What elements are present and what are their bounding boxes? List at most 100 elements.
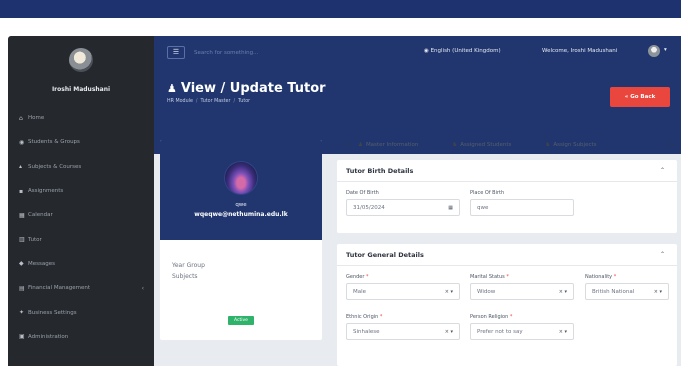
sidebar-item-label: Calendar bbox=[28, 212, 53, 219]
sidebar-item-label: Financial Management bbox=[28, 285, 91, 292]
finance-icon: ▤ bbox=[19, 284, 25, 292]
tab-assign-subjects[interactable]: ♞ Assign Subjects bbox=[545, 142, 596, 148]
admin-icon: ▣ bbox=[19, 333, 25, 341]
field-label: Person Religion * bbox=[470, 314, 513, 320]
user-avatar[interactable] bbox=[69, 48, 93, 72]
ethnic-origin-select[interactable]: Sinhalese × ▾ bbox=[346, 323, 460, 340]
sidebar-profile: Iroshi Madushani bbox=[8, 36, 154, 106]
sidebar: Iroshi Madushani ⌂ Home ◉ Students & Group… bbox=[8, 36, 154, 366]
tab-master-information[interactable]: ♟ Master Information bbox=[358, 142, 418, 148]
header-avatar[interactable] bbox=[648, 45, 660, 57]
clear-dropdown-icon[interactable]: × ▾ bbox=[445, 289, 453, 295]
clear-dropdown-icon[interactable]: × ▾ bbox=[559, 329, 567, 335]
go-back-button[interactable]: « Go Back bbox=[610, 87, 670, 107]
panel-header[interactable]: Tutor Birth Details ⌃ bbox=[337, 160, 677, 182]
sidebar-item-label: Tutor bbox=[28, 236, 42, 243]
sidebar-user-name: Iroshi Madushani bbox=[51, 86, 111, 93]
status-badge: Active bbox=[228, 316, 254, 325]
chevron-up-icon[interactable]: ⌃ bbox=[660, 167, 665, 174]
tutor-birth-details-panel: Tutor Birth Details ⌃ Date Of Birth 31/0… bbox=[337, 160, 677, 233]
required-marker: * bbox=[509, 314, 513, 320]
top-bar: ☰ ◉ English (United Kingdom) Welcome, Ir… bbox=[154, 36, 681, 69]
sidebar-nav: ⌂ Home ◉ Students & Groups ▴ Subjects & Cou… bbox=[8, 106, 154, 349]
profile-card-header: qwe wqeqwe@nethumina.edu.lk bbox=[160, 140, 322, 240]
chevron-up-icon[interactable]: ⌃ bbox=[660, 251, 665, 258]
sidebar-item-students-groups[interactable]: ◉ Students & Groups bbox=[8, 130, 154, 154]
place-of-birth-field: Place Of Birth qwe bbox=[470, 190, 574, 216]
tab-label: Master Information bbox=[365, 142, 419, 148]
tab-assigned-students[interactable]: ♞ Assigned Students bbox=[452, 142, 511, 148]
assignment-icon: ▪ bbox=[19, 187, 24, 195]
sidebar-item-label: Messages bbox=[28, 260, 55, 267]
language-selector[interactable]: ◉ English (United Kingdom) bbox=[424, 48, 501, 54]
tutor-name: qwe bbox=[235, 202, 247, 208]
sidebar-item-tutor[interactable]: ▥ Tutor bbox=[8, 227, 154, 251]
sidebar-item-assignments[interactable]: ▪ Assignments bbox=[8, 179, 154, 203]
sidebar-item-administration[interactable]: ▣ Administration bbox=[8, 325, 154, 349]
religion-select[interactable]: Prefer not to say × ▾ bbox=[470, 323, 574, 340]
breadcrumb-item-tutor: Tutor bbox=[238, 99, 251, 104]
chevron-right-icon[interactable]: › bbox=[666, 140, 678, 150]
field-value: 31/05/2024 bbox=[353, 204, 385, 211]
home-icon: ⌂ bbox=[19, 114, 23, 122]
nationality-select[interactable]: British National × ▾ bbox=[585, 283, 669, 300]
panel-header[interactable]: Tutor General Details ⌃ bbox=[337, 244, 677, 266]
marital-status-select[interactable]: Widow × ▾ bbox=[470, 283, 574, 300]
field-label: Marital Status * bbox=[470, 274, 509, 280]
sidebar-item-home[interactable]: ⌂ Home bbox=[8, 106, 154, 130]
place-of-birth-input[interactable]: qwe bbox=[470, 199, 574, 216]
main-content: ☰ ◉ English (United Kingdom) Welcome, Ir… bbox=[154, 36, 681, 366]
field-value: British National bbox=[592, 288, 635, 295]
graduation-cap-icon: ▴ bbox=[19, 163, 23, 171]
sidebar-item-label: Business Settings bbox=[28, 309, 77, 316]
sidebar-item-label: Assignments bbox=[28, 188, 64, 195]
panel-title: Tutor General Details bbox=[346, 250, 424, 259]
chevron-left-icon: ‹ bbox=[141, 284, 144, 292]
field-label: Ethnic Origin * bbox=[346, 314, 383, 320]
clear-dropdown-icon[interactable]: × ▾ bbox=[559, 289, 567, 295]
ethnic-origin-field: Ethnic Origin * Sinhalese × ▾ bbox=[346, 314, 460, 340]
date-of-birth-input[interactable]: 31/05/2024 ▦ bbox=[346, 199, 460, 216]
sidebar-item-subjects-courses[interactable]: ▴ Subjects & Courses bbox=[8, 155, 154, 179]
sidebar-item-label: Home bbox=[28, 115, 45, 122]
nationality-field: Nationality * British National × ▾ bbox=[585, 274, 669, 300]
title-block: ♟ View / Update Tutor HR Module / Tutor Mas… bbox=[167, 81, 326, 104]
field-label: Nationality * bbox=[585, 274, 617, 280]
users-icon: ♞ bbox=[545, 142, 551, 148]
clear-dropdown-icon[interactable]: × ▾ bbox=[445, 329, 453, 335]
chevron-down-icon[interactable]: ▾ bbox=[664, 47, 667, 53]
required-marker: * bbox=[506, 274, 509, 280]
breadcrumb-item-tutor-master[interactable]: Tutor Master bbox=[201, 99, 231, 104]
calendar-icon[interactable]: ▦ bbox=[448, 205, 453, 211]
welcome-text: Welcome, Iroshi Madushani bbox=[542, 48, 618, 54]
sidebar-item-calendar[interactable]: ▦ Calendar bbox=[8, 203, 154, 227]
field-value: Widow bbox=[477, 288, 496, 295]
field-value: Prefer not to say bbox=[477, 328, 523, 335]
sidebar-item-financial-management[interactable]: ▤ Financial Management ‹ bbox=[8, 276, 154, 300]
required-marker: * bbox=[366, 274, 369, 280]
clear-dropdown-icon[interactable]: × ▾ bbox=[654, 289, 662, 295]
sidebar-item-business-settings[interactable]: ✦ Business Settings bbox=[8, 300, 154, 324]
search-input[interactable] bbox=[194, 46, 394, 59]
tutor-general-details-panel: Tutor General Details ⌃ Gender * Male × ▾… bbox=[337, 244, 677, 366]
sidebar-item-label: Administration bbox=[28, 333, 69, 340]
tutor-icon: ▥ bbox=[19, 236, 25, 244]
field-label: Place Of Birth bbox=[470, 190, 505, 196]
app-window: Iroshi Madushani ⌂ Home ◉ Students & Group… bbox=[8, 36, 681, 366]
gender-select[interactable]: Male × ▾ bbox=[346, 283, 460, 300]
detail-tabs: ‹ ♟ Master Information ♞ Assigned Students… bbox=[342, 136, 678, 154]
sidebar-item-label: Subjects & Courses bbox=[28, 163, 82, 170]
breadcrumb: HR Module / Tutor Master / Tutor bbox=[167, 99, 326, 104]
page-title-text: View / Update Tutor bbox=[180, 81, 326, 96]
breadcrumb-item-hr-module[interactable]: HR Module bbox=[167, 99, 193, 104]
marital-status-field: Marital Status * Widow × ▾ bbox=[470, 274, 574, 300]
users-icon: ♞ bbox=[452, 142, 458, 148]
message-icon: ◆ bbox=[19, 260, 24, 268]
menu-toggle-button[interactable]: ☰ bbox=[167, 46, 185, 59]
field-value: Male bbox=[353, 288, 367, 295]
profile-card-body: Year Group Subjects bbox=[160, 240, 322, 284]
chevron-left-icon[interactable]: ‹ bbox=[342, 140, 354, 150]
language-label: English (United Kingdom) bbox=[430, 48, 501, 54]
gender-field: Gender * Male × ▾ bbox=[346, 274, 460, 300]
sidebar-item-messages[interactable]: ◆ Messages bbox=[8, 252, 154, 276]
